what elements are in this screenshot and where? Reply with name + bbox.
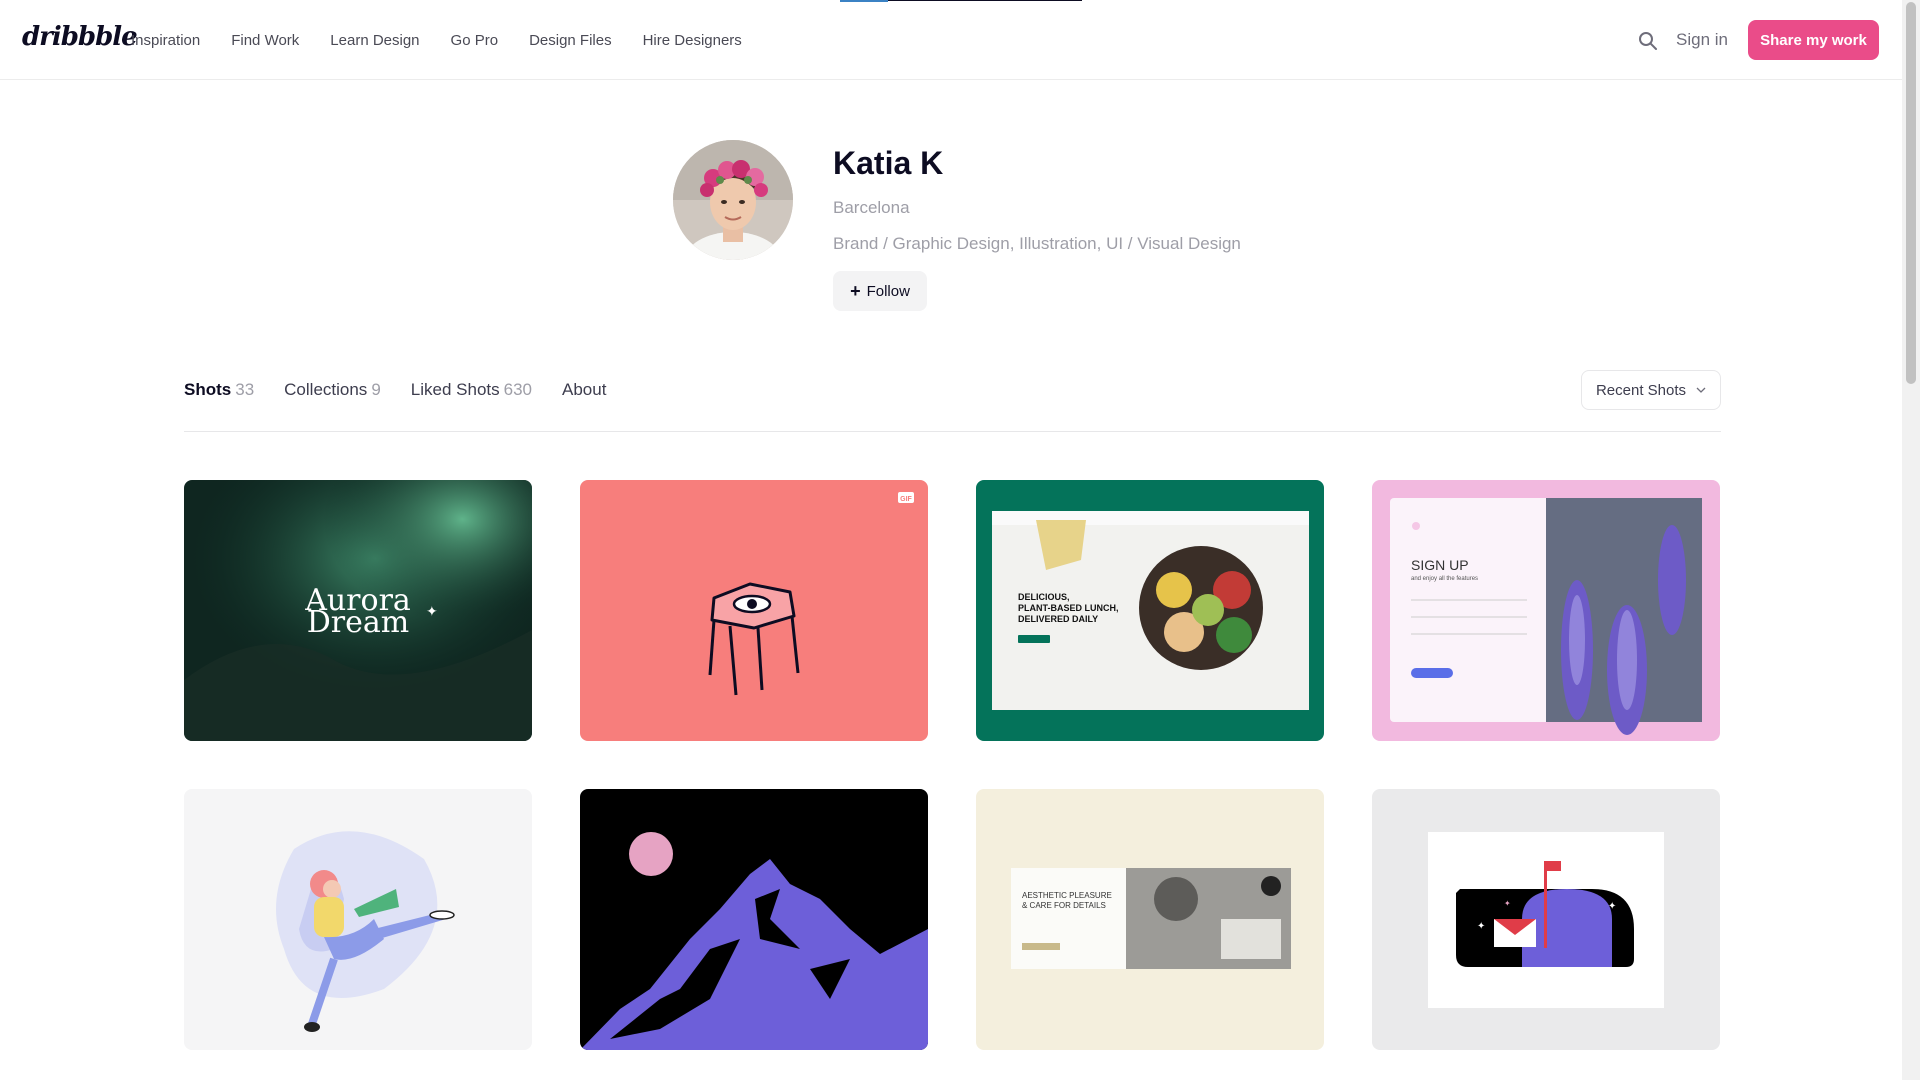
tab-label: Liked Shots xyxy=(410,380,500,399)
shot-card-plant-lunch[interactable]: DELICIOUS, PLANT-BASED LUNCH, DELIVERED … xyxy=(976,480,1324,741)
tabs-divider xyxy=(184,431,1721,432)
shot-thumbnail xyxy=(580,789,928,1050)
profile-location: Barcelona xyxy=(833,198,910,217)
avatar xyxy=(673,140,793,260)
shot-card-mountain[interactable] xyxy=(580,789,928,1050)
nav-design-files[interactable]: Design Files xyxy=(529,32,612,49)
profile-tabs: Shots 33 Collections 9 Liked Shots 630 Abou… xyxy=(184,380,606,400)
tab-collections[interactable]: Collections 9 xyxy=(284,380,381,400)
shot-headline-2: PLANT-BASED LUNCH, xyxy=(1018,603,1119,613)
tab-liked-shots[interactable]: Liked Shots 630 xyxy=(411,380,532,400)
shot-card-eye-stool[interactable]: GIF xyxy=(580,480,928,741)
shot-card-aesthetic-pleasure[interactable]: AESTHETIC PLEASURE & CARE FOR DETAILS xyxy=(976,789,1324,1050)
shot-card-mailbox[interactable]: ✦ ✦ ✦ xyxy=(1372,789,1720,1050)
tab-count: 630 xyxy=(503,380,532,399)
tab-count: 33 xyxy=(235,380,255,399)
nav-find-work[interactable]: Find Work xyxy=(231,32,299,49)
sparkle-icon: ✦ xyxy=(1477,921,1485,932)
shot-thumbnail: Aurora Dream ✦ xyxy=(184,480,532,741)
nav-learn-design[interactable]: Learn Design xyxy=(330,32,419,49)
tab-shots[interactable]: Shots 33 xyxy=(184,380,254,400)
shot-signup-title: SIGN UP xyxy=(1411,557,1469,573)
shot-signup-subtitle: and enjoy all the features xyxy=(1411,576,1478,582)
tab-label: Shots xyxy=(184,380,232,399)
shot-headline-3: DELIVERED DAILY xyxy=(1018,614,1098,624)
tab-label: About xyxy=(562,380,607,399)
tab-label: Collections xyxy=(284,380,368,399)
shot-thumbnail: SIGN UP and enjoy all the features xyxy=(1372,480,1720,741)
shot-card-megaphone-girl[interactable] xyxy=(184,789,532,1050)
site-header: dribbble Inspiration Find Work Learn Des… xyxy=(0,0,1902,80)
shot-thumbnail: AESTHETIC PLEASURE & CARE FOR DETAILS xyxy=(976,789,1324,1050)
profile-name: Katia K xyxy=(833,145,944,181)
sparkle-icon: ✦ xyxy=(426,603,438,619)
dribbble-logo[interactable]: dribbble xyxy=(22,22,138,52)
shot-aesthetic-line1: AESTHETIC PLEASURE xyxy=(1022,891,1112,900)
profile-skills: Brand / Graphic Design, Illustration, UI… xyxy=(833,234,1241,253)
follow-button[interactable]: + Follow xyxy=(833,271,927,311)
plus-icon: + xyxy=(850,280,861,301)
shot-thumbnail: ✦ ✦ ✦ xyxy=(1372,789,1720,1050)
shot-headline-1: DELICIOUS, xyxy=(1018,592,1070,602)
main-nav: Inspiration Find Work Learn Design Go Pr… xyxy=(131,0,773,80)
sparkle-icon: ✦ xyxy=(1608,901,1616,912)
shot-card-sign-up[interactable]: SIGN UP and enjoy all the features xyxy=(1372,480,1720,741)
page-scrollbar[interactable] xyxy=(1902,0,1920,1080)
sort-label: Recent Shots xyxy=(1595,381,1687,399)
share-my-work-button[interactable]: Share my work xyxy=(1748,20,1879,60)
nav-go-pro[interactable]: Go Pro xyxy=(451,32,499,49)
shot-title-line2: Dream xyxy=(307,605,409,640)
follow-label: Follow xyxy=(866,282,910,300)
nav-inspiration[interactable]: Inspiration xyxy=(131,32,200,49)
shot-aesthetic-line2: & CARE FOR DETAILS xyxy=(1022,901,1106,910)
tab-about[interactable]: About xyxy=(562,380,606,400)
shot-thumbnail: DELICIOUS, PLANT-BASED LUNCH, DELIVERED … xyxy=(976,480,1324,741)
shot-thumbnail: GIF xyxy=(580,480,928,741)
nav-hire-designers[interactable]: Hire Designers xyxy=(643,32,742,49)
chevron-down-icon xyxy=(1696,387,1706,393)
sort-dropdown[interactable]: Recent Shots xyxy=(1581,370,1721,410)
shot-thumbnail xyxy=(184,789,532,1050)
shot-card-aurora-dream[interactable]: Aurora Dream ✦ xyxy=(184,480,532,741)
sparkle-icon: ✦ xyxy=(1504,899,1511,908)
tab-count: 9 xyxy=(371,380,381,399)
scrollbar-thumb[interactable] xyxy=(1906,2,1916,384)
search-icon[interactable] xyxy=(1638,31,1658,51)
gif-badge: GIF xyxy=(900,496,912,503)
sign-in-link[interactable]: Sign in xyxy=(1676,30,1728,50)
